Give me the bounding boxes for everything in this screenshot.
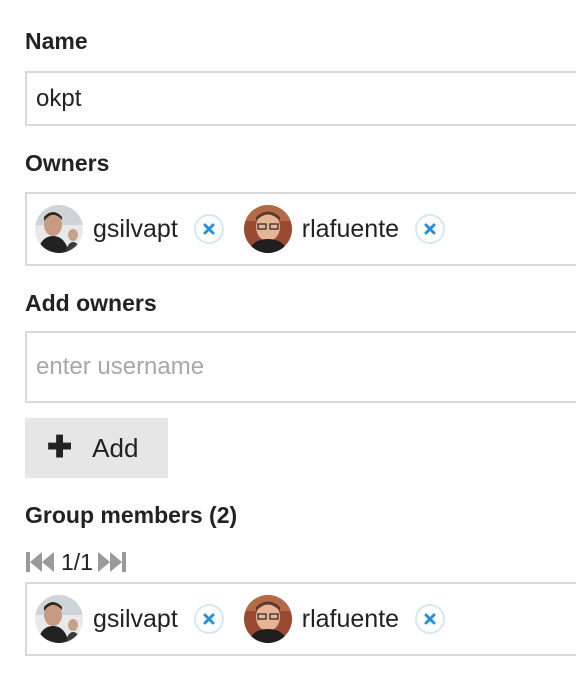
add-owners-label: Add owners [25, 290, 157, 316]
add-owner-input[interactable] [27, 333, 576, 401]
last-page-icon[interactable] [97, 550, 127, 574]
member-username: rlafuente [301, 604, 400, 633]
add-owner-field-container [25, 331, 576, 403]
close-icon [203, 223, 215, 235]
avatar [35, 595, 83, 643]
pagination: 1/1 [25, 548, 127, 576]
member-chip: gsilvapt [35, 595, 224, 643]
owner-chip: rlafuente [243, 205, 446, 253]
avatar [35, 205, 83, 253]
avatar [243, 205, 292, 253]
name-field-container [25, 71, 576, 126]
owners-list: gsilvapt rlafuente [25, 192, 576, 266]
member-chip: rlafuente [243, 595, 446, 643]
add-owner-button[interactable]: ✚ Add [25, 418, 168, 478]
close-icon [424, 223, 436, 235]
name-input[interactable] [27, 73, 576, 124]
page-indicator: 1/1 [61, 548, 93, 575]
members-list: gsilvapt rlafuente [25, 582, 576, 656]
remove-owner-button[interactable] [193, 214, 224, 244]
group-members-label: Group members (2) [25, 502, 238, 528]
avatar [243, 595, 292, 643]
close-icon [203, 613, 215, 625]
remove-owner-button[interactable] [415, 214, 446, 244]
name-label: Name [25, 28, 88, 54]
close-icon [424, 613, 436, 625]
owners-label: Owners [25, 150, 110, 176]
owner-chip: gsilvapt [35, 205, 224, 253]
owner-username: rlafuente [301, 214, 400, 243]
remove-member-button[interactable] [193, 604, 224, 634]
remove-member-button[interactable] [415, 604, 446, 634]
owner-username: gsilvapt [93, 214, 178, 243]
add-button-label: Add [92, 432, 139, 463]
plus-icon: ✚ [47, 431, 73, 464]
member-username: gsilvapt [93, 604, 178, 633]
first-page-icon[interactable] [25, 550, 55, 574]
